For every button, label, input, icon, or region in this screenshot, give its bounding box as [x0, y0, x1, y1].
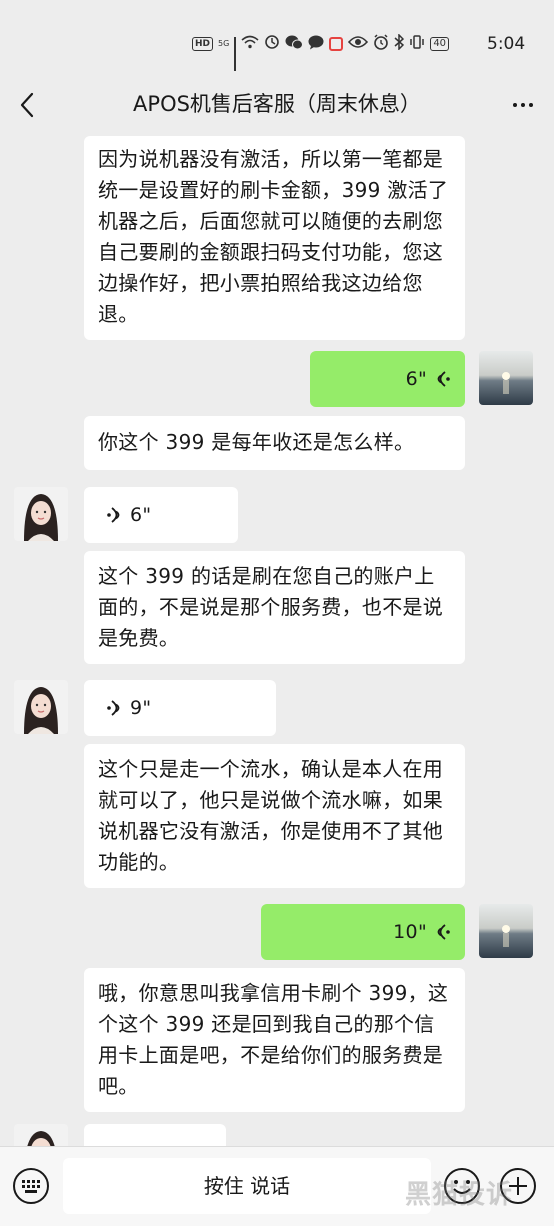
more-dot-icon [521, 103, 525, 107]
vibrate-icon [409, 34, 425, 54]
voice-duration: 6" [130, 504, 152, 526]
more-options-button[interactable] [506, 90, 540, 120]
agent-avatar-image [14, 680, 68, 734]
contact-avatar[interactable] [14, 1124, 68, 1146]
network-type: 5G [218, 39, 230, 48]
sunset-avatar-image [479, 351, 533, 405]
voice-message-bubble[interactable] [84, 1124, 226, 1146]
chat-header: APOS机售后客服（周末休息） [0, 88, 554, 132]
voice-duration: 9" [130, 697, 152, 719]
message-text: 哦，你意思叫我拿信用卡刷个 399，这个这个 399 还是回到我自己的那个信用卡… [98, 981, 449, 1098]
chevron-left-icon [20, 92, 34, 118]
voice-message-bubble[interactable]: 9" [84, 680, 276, 736]
hd-icon: HD [192, 37, 214, 51]
status-bar: HD 5G 40 5:04 [0, 0, 554, 88]
voice-message-bubble[interactable]: 6" [310, 351, 465, 407]
alarm-icon [373, 34, 389, 54]
clock: 5:04 [487, 34, 526, 54]
hold-to-talk-button[interactable]: 按住 说话 [63, 1158, 431, 1214]
message-text-bubble[interactable]: 你这个 399 是每年收还是怎么样。 [84, 416, 465, 470]
sunset-avatar-image [479, 904, 533, 958]
voice-message-bubble[interactable]: 10" [261, 904, 465, 960]
sync-icon [264, 34, 280, 54]
bluetooth-icon [394, 33, 405, 54]
message-text: 这个只是走一个流水，确认是本人在用就可以了，他只是说做个流水嘛，如果说机器它没有… [98, 757, 444, 874]
message-text: 这个 399 的话是刷在您自己的账户上面的，不是说是那个服务费，也不是说是免费。 [98, 564, 444, 650]
message-text: 因为说机器没有激活，所以第一笔都是统一是设置好的刷卡金额，399 激活了机器之后… [98, 147, 449, 326]
status-icons: HD 5G 40 [192, 33, 450, 71]
voice-wave-icon [107, 507, 120, 523]
more-dot-icon [529, 103, 533, 107]
app-notification-icon [329, 37, 344, 51]
keyboard-toggle-button[interactable] [12, 1167, 50, 1205]
message-text-bubble[interactable]: 这个只是走一个流水，确认是本人在用就可以了，他只是说做个流水嘛，如果说机器它没有… [84, 744, 465, 888]
voice-wave-icon [107, 700, 120, 716]
message-text-bubble[interactable]: 因为说机器没有激活，所以第一笔都是统一是设置好的刷卡金额，399 激活了机器之后… [84, 136, 465, 340]
message-text-bubble[interactable]: 哦，你意思叫我拿信用卡刷个 399，这个这个 399 还是回到我自己的那个信用卡… [84, 968, 465, 1112]
voice-message-bubble[interactable]: 6" [84, 487, 238, 543]
battery-icon: 40 [430, 37, 450, 51]
message-text: 你这个 399 是每年收还是怎么样。 [98, 430, 415, 454]
wechat-icon [285, 35, 304, 54]
voice-duration: 10" [393, 921, 427, 943]
signal-icon [234, 37, 237, 71]
back-button[interactable] [14, 90, 44, 120]
message-icon [308, 35, 324, 54]
agent-avatar-image [14, 1124, 68, 1146]
chat-title: APOS机售后客服（周末休息） [133, 92, 421, 116]
message-text-bubble[interactable]: 这个 399 的话是刷在您自己的账户上面的，不是说是那个服务费，也不是说是免费。 [84, 551, 465, 664]
watermark: 黑猫投诉 [405, 1180, 514, 1210]
agent-avatar-image [14, 487, 68, 541]
voice-wave-icon [437, 371, 450, 387]
own-avatar[interactable] [479, 351, 533, 405]
message-list[interactable]: 因为说机器没有激活，所以第一笔都是统一是设置好的刷卡金额，399 激活了机器之后… [0, 132, 554, 1146]
own-avatar[interactable] [479, 904, 533, 958]
contact-avatar[interactable] [14, 680, 68, 734]
keyboard-icon [13, 1168, 49, 1204]
voice-wave-icon [437, 924, 450, 940]
more-dot-icon [513, 103, 517, 107]
voice-duration: 6" [405, 368, 427, 390]
wifi-icon [241, 35, 259, 53]
contact-avatar[interactable] [14, 487, 68, 541]
eye-icon [348, 35, 369, 53]
